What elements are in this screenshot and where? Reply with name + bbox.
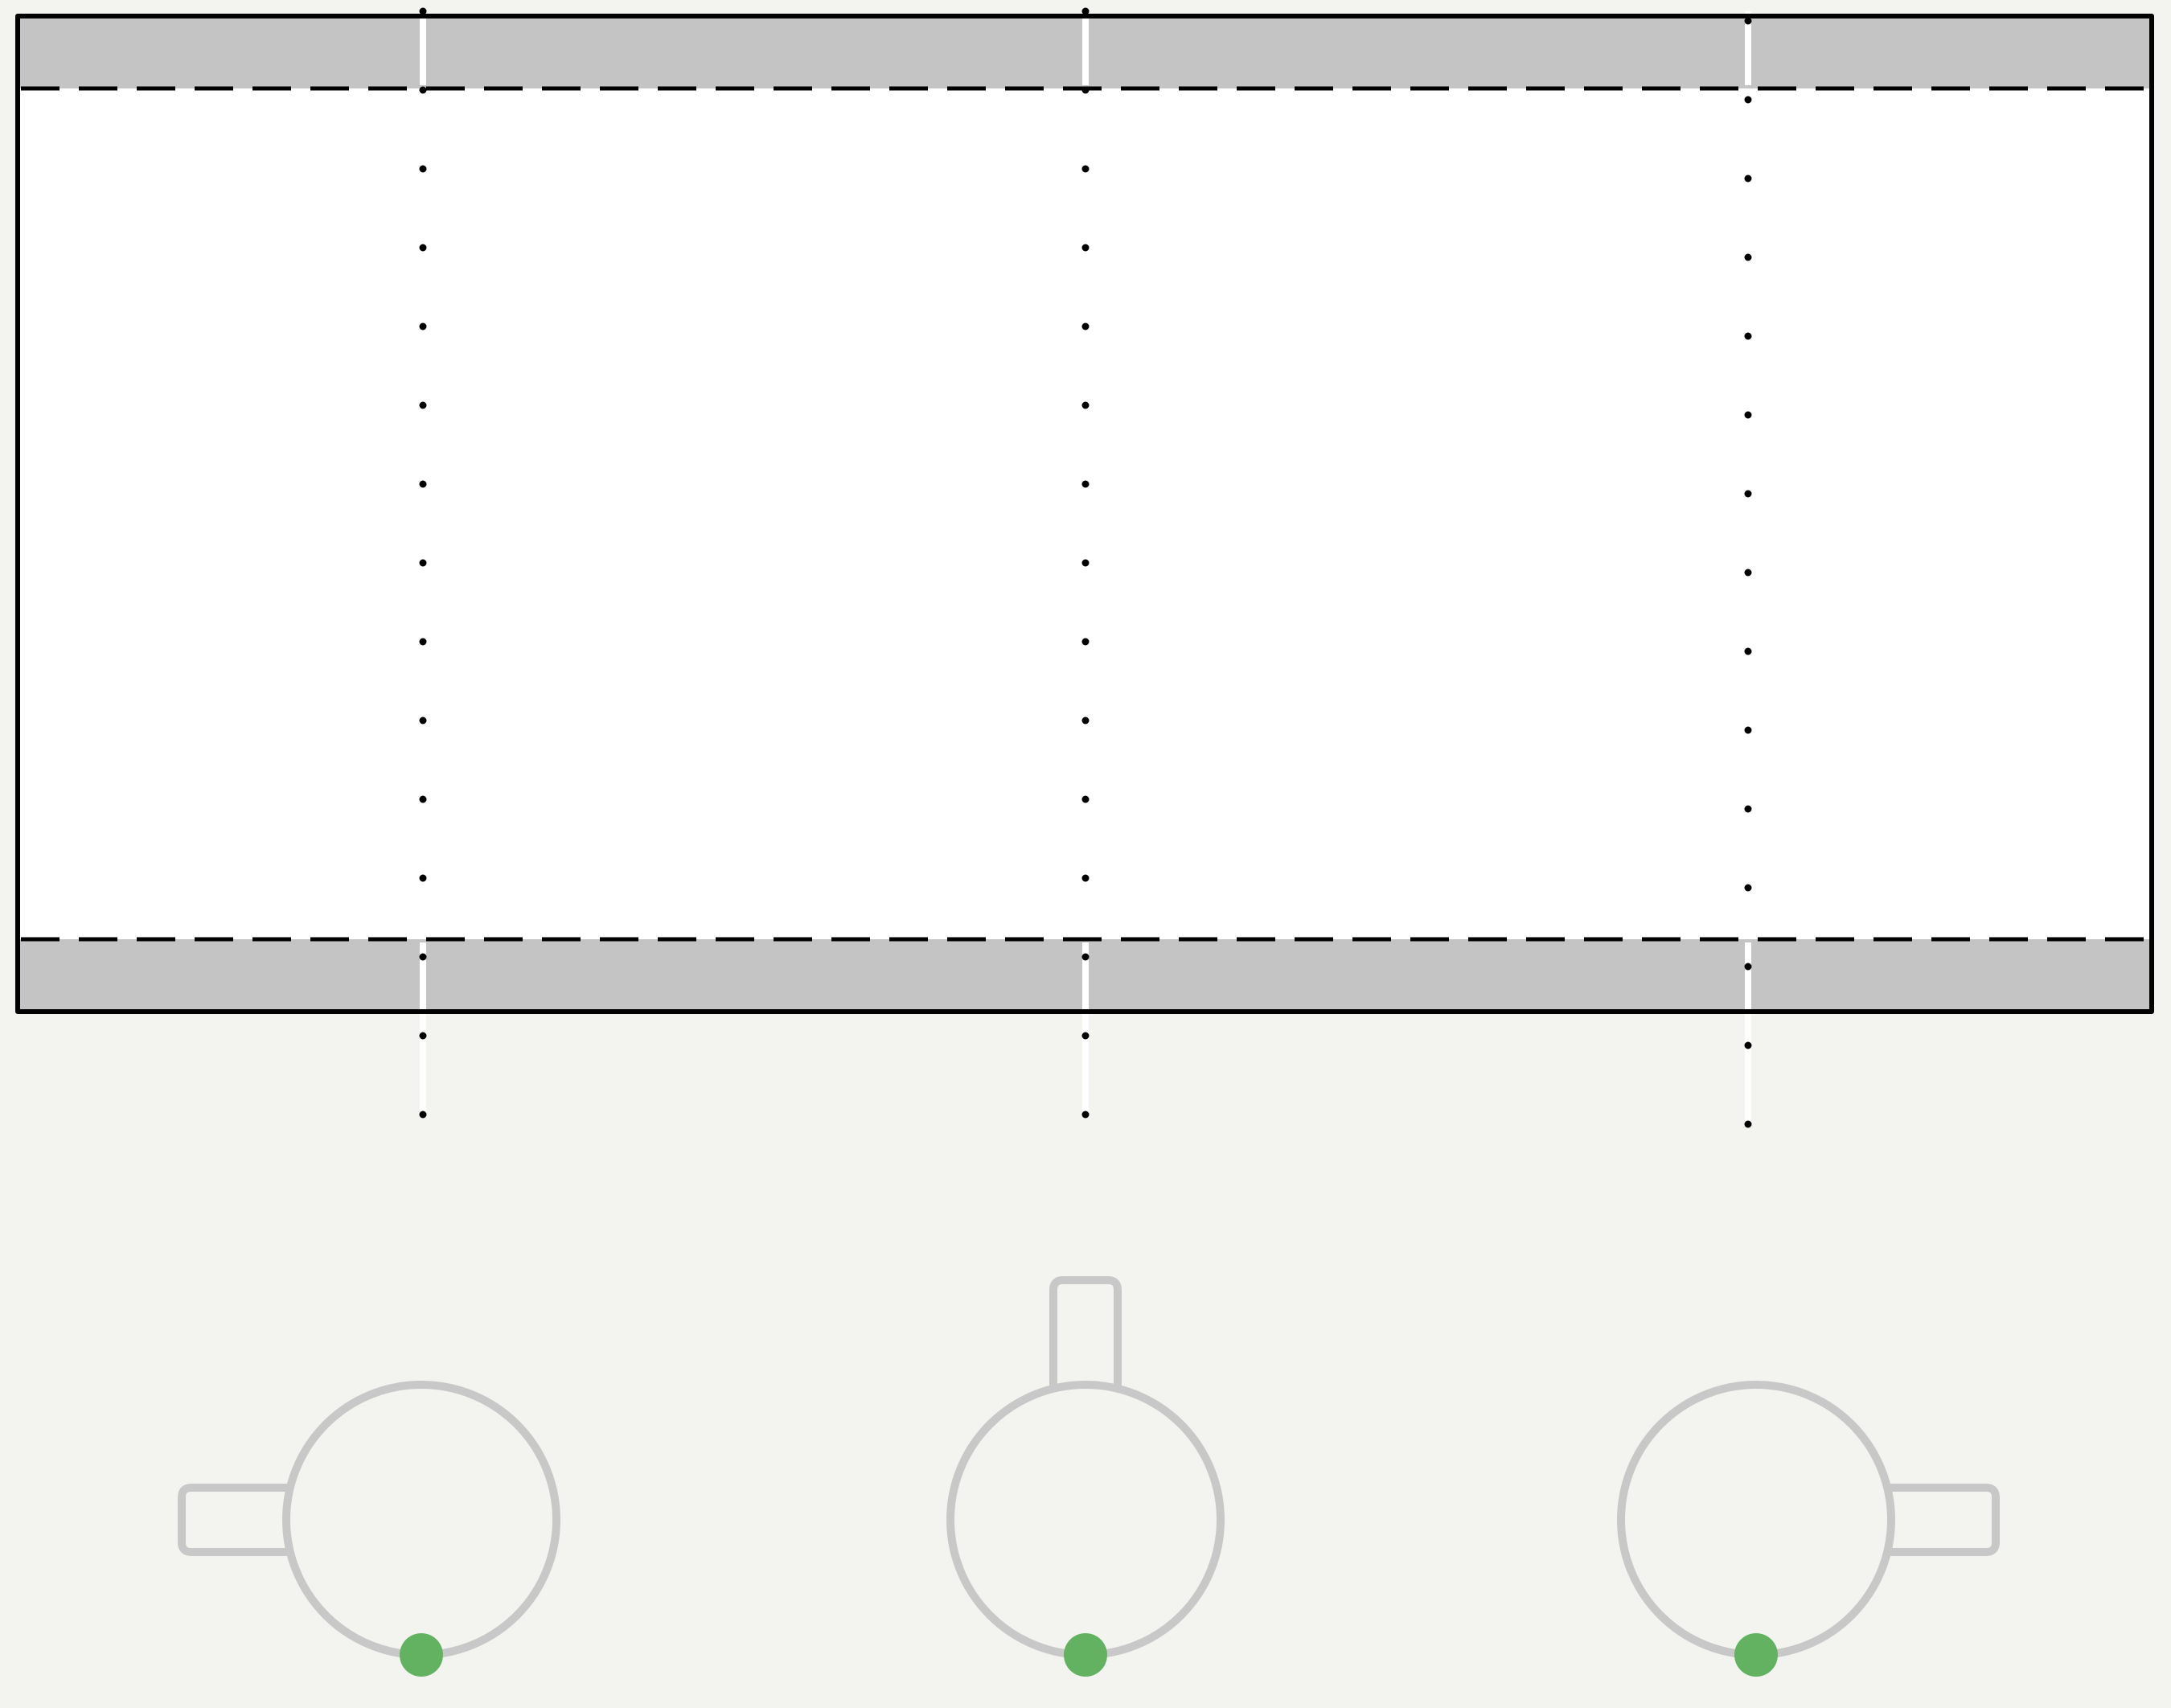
- divider-dot: [1744, 1041, 1752, 1049]
- divider-dot: [1744, 805, 1752, 813]
- divider-dot: [1744, 332, 1752, 340]
- divider-dot: [1081, 480, 1090, 488]
- diagram-svg: [0, 0, 2171, 1704]
- knob-indicator: [1734, 1633, 1778, 1677]
- divider-dot: [419, 559, 427, 567]
- divider-dot: [419, 1111, 427, 1119]
- diagram-canvas: [0, 0, 2171, 1704]
- divider-dot: [1744, 174, 1752, 183]
- knob-indicator: [400, 1633, 443, 1677]
- knob-indicator: [1064, 1633, 1107, 1677]
- divider-dot: [419, 795, 427, 803]
- divider-dot: [1081, 86, 1090, 94]
- divider-dot: [419, 401, 427, 409]
- divider-dot: [419, 244, 427, 252]
- divider-dot: [1744, 726, 1752, 734]
- divider-dot: [1744, 490, 1752, 498]
- divider-dot: [1081, 401, 1090, 409]
- divider-dot: [419, 874, 427, 882]
- divider-dot: [419, 1032, 427, 1040]
- divider-dot: [1081, 559, 1090, 567]
- divider-dot: [419, 322, 427, 331]
- divider-dot: [419, 953, 427, 961]
- divider-dot: [1744, 569, 1752, 577]
- divider-dot: [1081, 874, 1090, 882]
- divider-dot: [1744, 647, 1752, 655]
- divider-dot: [1081, 638, 1090, 646]
- divider-dot: [419, 716, 427, 725]
- panel: [15, 7, 2154, 1128]
- divider-dot: [1081, 716, 1090, 725]
- divider-dot: [1744, 963, 1752, 971]
- divider-dot: [1744, 884, 1752, 892]
- divider-dot: [1744, 253, 1752, 261]
- divider-dot: [1081, 953, 1090, 961]
- divider-dot: [1081, 244, 1090, 252]
- divider-dot: [1081, 795, 1090, 803]
- divider-dot: [1744, 1120, 1752, 1128]
- divider-dot: [1744, 96, 1752, 104]
- divider-dot: [1081, 322, 1090, 331]
- divider-dot: [1081, 1111, 1090, 1119]
- divider-dot: [419, 638, 427, 646]
- divider-dot: [1081, 165, 1090, 173]
- divider-dot: [419, 86, 427, 94]
- divider-dot: [1081, 1032, 1090, 1040]
- divider-dot: [419, 165, 427, 173]
- divider-dot: [1744, 411, 1752, 419]
- divider-dot: [419, 480, 427, 488]
